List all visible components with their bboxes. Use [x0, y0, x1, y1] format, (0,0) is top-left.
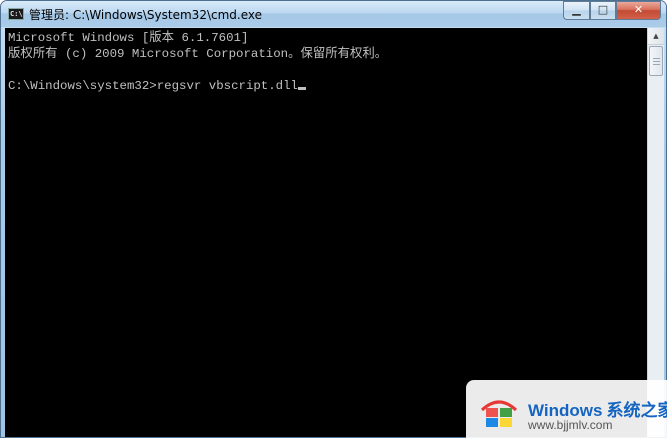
console-line-copyright: 版权所有 (c) 2009 Microsoft Corporation。保留所有… [8, 47, 388, 61]
windows-logo-icon [480, 400, 518, 427]
watermark-title-cn: 系统之家 [606, 401, 667, 420]
title-bar[interactable]: C:\ 管理员: C:\Windows\System32\cmd.exe ▁ □… [1, 1, 666, 27]
command-text: C:\Windows\system32>regsvr vbscript.dll [8, 79, 298, 93]
scroll-up-icon[interactable]: ▲ [648, 28, 664, 45]
grip-line [653, 58, 660, 59]
console-line-version: Microsoft Windows [版本 6.1.7601] [8, 31, 249, 45]
grip-line [653, 61, 660, 62]
watermark-badge: Windows 系统之家 www.bjjmlv.com [466, 380, 667, 438]
console-prompt-line: C:\Windows\system32>regsvr vbscript.dll [8, 78, 306, 94]
scrollbar-thumb[interactable] [649, 46, 663, 76]
maximize-button[interactable]: □ [590, 1, 616, 20]
grip-line [653, 64, 660, 65]
minimize-button[interactable]: ▁ [563, 1, 590, 20]
window-title: 管理员: C:\Windows\System32\cmd.exe [29, 8, 262, 22]
cmd-icon[interactable]: C:\ [8, 8, 24, 20]
text-cursor [298, 87, 306, 90]
vertical-scrollbar[interactable]: ▲ [647, 28, 664, 437]
watermark-url: www.bjjmlv.com [528, 418, 613, 432]
close-button[interactable]: ✕ [616, 1, 661, 20]
console-output[interactable]: Microsoft Windows [版本 6.1.7601] 版权所有 (c)… [5, 28, 647, 437]
cmd-window: C:\ 管理员: C:\Windows\System32\cmd.exe ▁ □… [0, 0, 667, 438]
